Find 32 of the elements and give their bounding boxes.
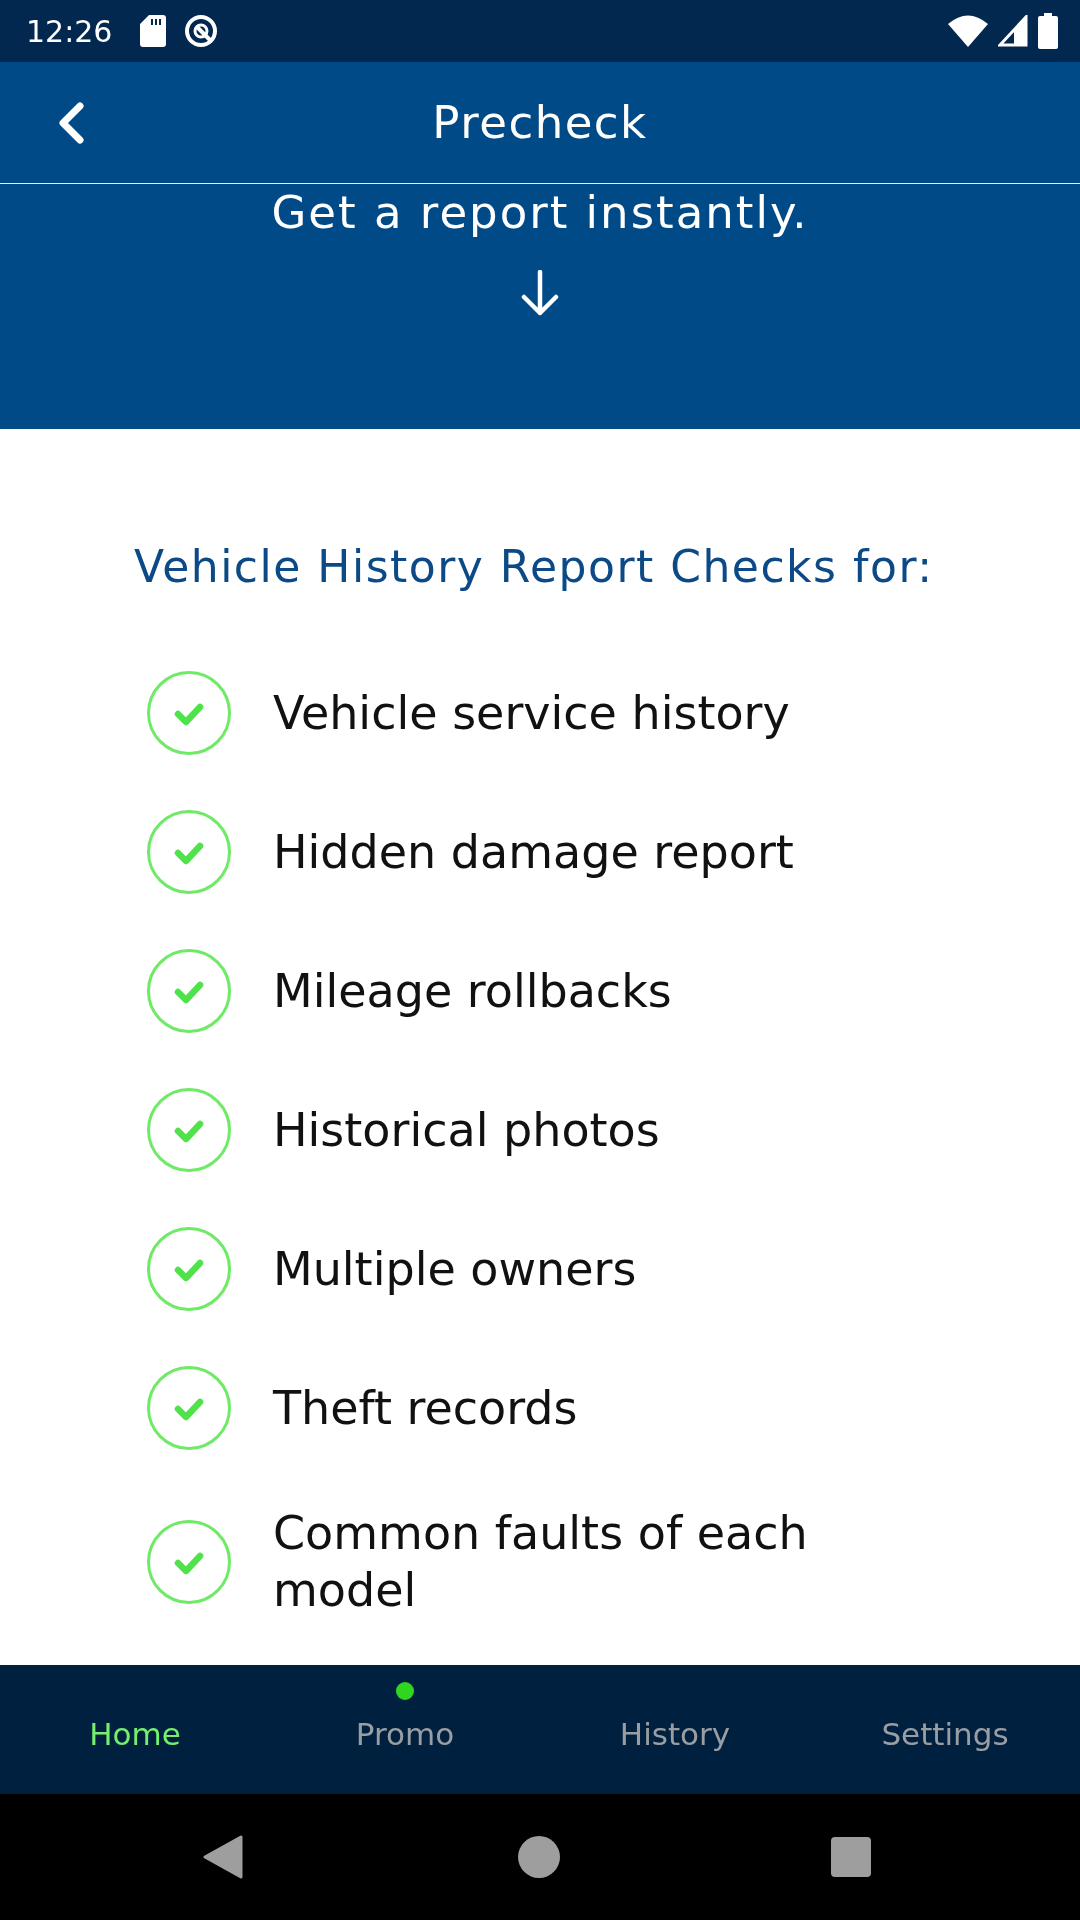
nav-tab[interactable]: Promo <box>355 1713 455 1754</box>
back-icon[interactable] <box>203 1835 243 1879</box>
check-item-label: Theft records <box>273 1379 578 1437</box>
check-item-label: Common faults of each model <box>273 1505 809 1619</box>
section-heading: Vehicle History Report Checks for: <box>134 540 934 594</box>
battery-icon <box>1038 13 1058 49</box>
check-circle-icon <box>147 810 231 894</box>
check-item-label: Multiple owners <box>273 1240 637 1298</box>
check-circle-icon <box>147 1366 231 1450</box>
back-button[interactable] <box>56 102 84 144</box>
chevron-left-icon <box>56 102 84 144</box>
screen-title: Precheck <box>432 96 648 149</box>
circle-slash-icon <box>184 14 219 48</box>
status-time: 12:26 <box>26 13 113 49</box>
nav-tab[interactable]: History <box>619 1713 731 1754</box>
nav-tab[interactable]: Settings <box>881 1713 1009 1754</box>
check-item-label: Historical photos <box>273 1101 660 1159</box>
check-circle-icon <box>147 1520 231 1604</box>
check-item-label: Hidden damage report <box>273 823 794 881</box>
check-circle-icon <box>147 1227 231 1311</box>
arrow-down-icon <box>520 270 560 316</box>
check-circle-icon <box>147 671 231 755</box>
home-icon[interactable] <box>518 1836 560 1878</box>
nav-tab[interactable]: Home <box>89 1713 181 1754</box>
sd-card-icon <box>140 15 167 47</box>
check-circle-icon <box>147 1088 231 1172</box>
check-item-label: Vehicle service history <box>273 684 790 742</box>
wifi-icon <box>948 15 988 47</box>
hero-subtitle: Get a report instantly. <box>271 186 809 240</box>
check-item-label: Mileage rollbacks <box>273 962 672 1020</box>
check-circle-icon <box>147 949 231 1033</box>
signal-icon <box>998 15 1028 47</box>
